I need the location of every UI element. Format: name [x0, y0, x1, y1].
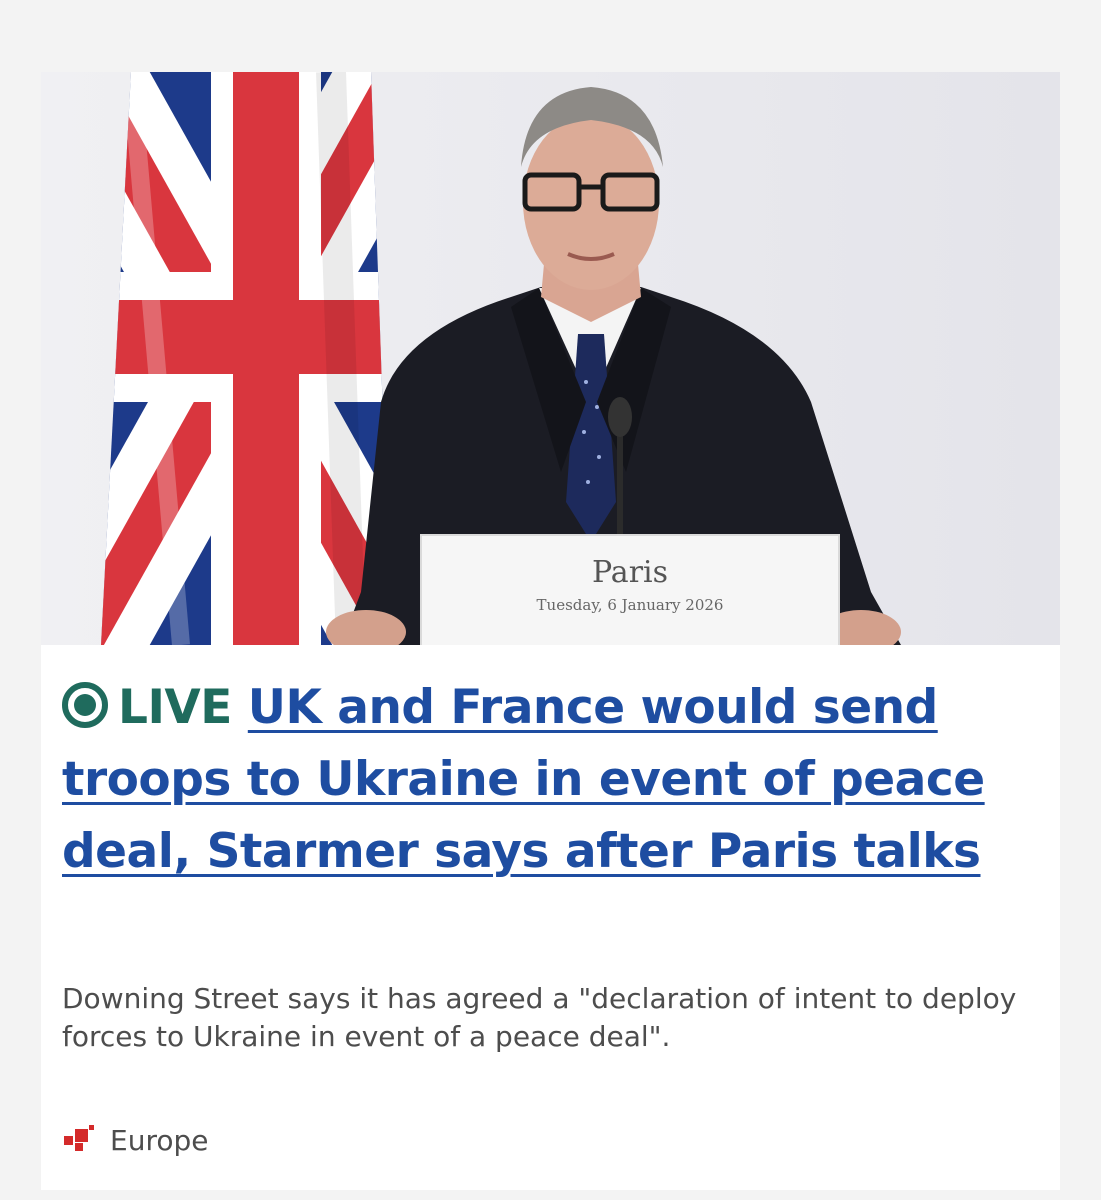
podium-date: Tuesday, 6 January 2026: [537, 596, 724, 614]
live-label: LIVE: [118, 680, 232, 735]
article-image[interactable]: Paris Tuesday, 6 January 2026: [41, 72, 1060, 645]
live-dot-icon: [62, 682, 108, 728]
photo-scene: Paris Tuesday, 6 January 2026: [41, 72, 1060, 645]
article-card[interactable]: Paris Tuesday, 6 January 2026 LIVE UK an…: [41, 72, 1060, 1190]
topic-label: Europe: [110, 1123, 209, 1157]
union-flag: [101, 72, 391, 645]
podium-sign: Paris Tuesday, 6 January 2026: [420, 534, 840, 645]
europe-topic-icon: [64, 1125, 94, 1151]
topic-link[interactable]: Europe: [62, 1120, 208, 1160]
headline: LIVE UK and France would send troops to …: [62, 672, 1022, 888]
article-summary: Downing Street says it has agreed a "dec…: [62, 982, 1017, 1053]
podium-city: Paris: [592, 555, 668, 590]
live-indicator: LIVE: [62, 680, 232, 735]
